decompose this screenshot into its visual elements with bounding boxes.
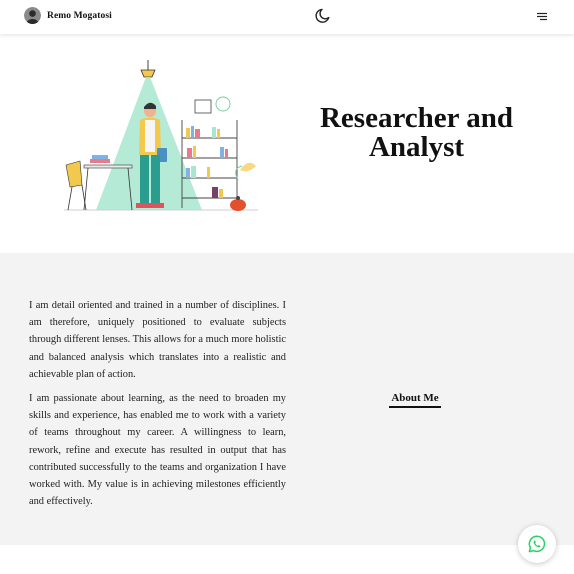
about-heading: About Me [389,392,441,408]
about-text: I am detail oriented and trained in a nu… [29,297,286,517]
about-paragraph-2: I am passionate about learning, as the n… [29,393,286,508]
about-section: I am detail oriented and trained in a nu… [0,253,574,545]
page-title: Researcher and Analyst [300,104,533,162]
menu-button[interactable] [534,9,550,25]
whatsapp-button[interactable] [518,525,556,563]
brand-name: Remo Mogatosi [47,10,112,21]
menu-icon [537,12,547,21]
footer-strip [0,545,574,574]
theme-toggle-button[interactable] [313,6,333,26]
avatar [24,7,41,24]
moon-icon [315,8,330,23]
researcher-illustration [64,60,258,211]
whatsapp-icon [528,535,546,553]
page-title-line-1: Researcher and [319,102,514,134]
brand-link[interactable]: Remo Mogatosi [24,7,112,24]
page-title-line-2: Analyst [368,131,465,163]
site-header: Remo Mogatosi [0,0,574,34]
hero-section: Researcher and Analyst [0,34,574,253]
about-paragraph-1: I am detail oriented and trained in a nu… [29,300,286,380]
